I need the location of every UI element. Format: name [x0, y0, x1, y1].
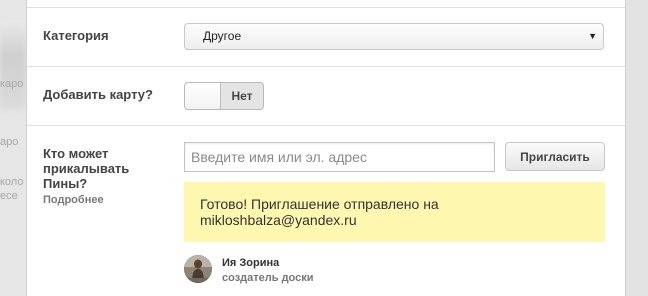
toggle-state-label: Нет [231, 89, 253, 103]
member-role: создатель доски [222, 272, 314, 284]
board-settings-dialog: Категория Другое ▼ Добавить карту? Нет К… [26, 0, 626, 296]
notice-text: Готово! Приглашение отправлено на [200, 196, 439, 212]
background-text: карo [0, 78, 24, 90]
divider [27, 7, 625, 8]
collaborators-label-line: Пины? [43, 176, 88, 191]
invite-button[interactable]: Пригласить [505, 142, 605, 171]
category-selected-value: Другое [203, 29, 242, 43]
background-text: коло [0, 176, 24, 188]
toggle-knob [185, 83, 221, 109]
divider [27, 125, 625, 126]
background-text: есе [0, 190, 18, 202]
member-name[interactable]: Ия Зорина [222, 257, 279, 269]
dropdown-arrow-icon: ▼ [588, 31, 597, 41]
collaborators-label: Кто может прикалывать Пины? [43, 146, 129, 191]
category-label: Категория [43, 28, 109, 43]
background-text: аро [0, 136, 19, 148]
invite-collaborator-input[interactable] [184, 142, 495, 172]
divider [27, 66, 625, 67]
invite-success-notice: Готово! Приглашение отправлено на miklos… [184, 182, 605, 242]
add-map-label: Добавить карту? [43, 87, 153, 102]
background-right [626, 0, 648, 296]
collaborators-label-line: прикалывать [43, 161, 130, 176]
notice-email: mikloshbalza@yandex.ru [200, 212, 357, 228]
background-image [0, 20, 26, 110]
category-select[interactable]: Другое ▼ [184, 23, 604, 50]
learn-more-link[interactable]: Подробнее [43, 194, 104, 206]
avatar[interactable] [184, 255, 212, 283]
avatar-photo-icon [184, 255, 212, 283]
add-map-toggle[interactable]: Нет [184, 82, 264, 110]
collaborators-label-line: Кто может [43, 146, 109, 161]
background-left: карo аро коло есе [0, 0, 26, 296]
